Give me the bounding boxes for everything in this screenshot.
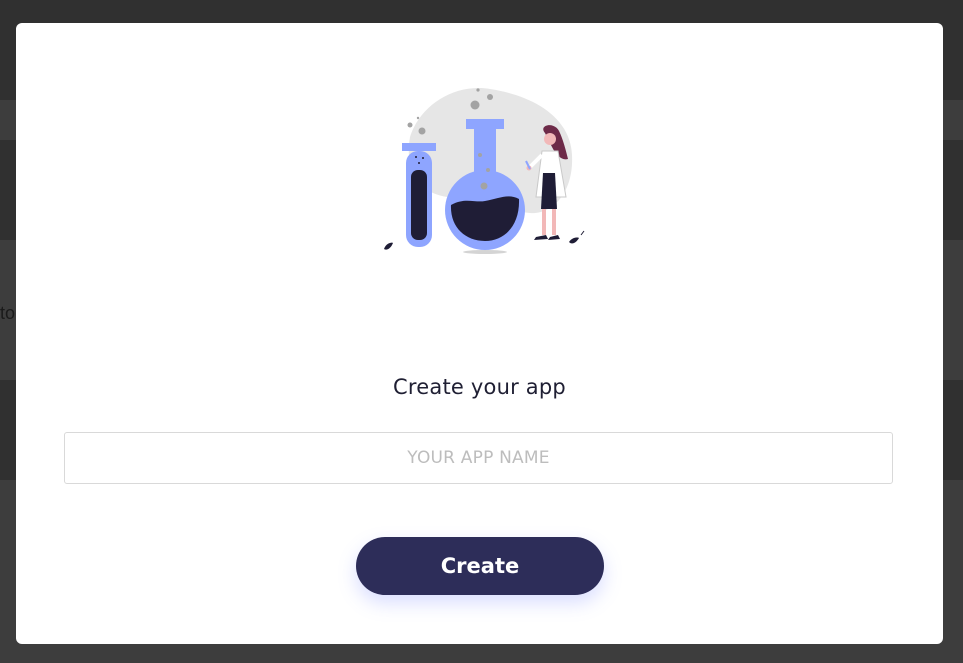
modal-title: Create your app	[393, 375, 566, 399]
app-name-input[interactable]	[64, 432, 893, 484]
create-app-modal: Create your app Create	[16, 23, 943, 644]
background-text: to	[0, 303, 16, 323]
scientist-with-flasks-illustration	[380, 85, 590, 260]
create-button[interactable]: Create	[356, 537, 604, 595]
